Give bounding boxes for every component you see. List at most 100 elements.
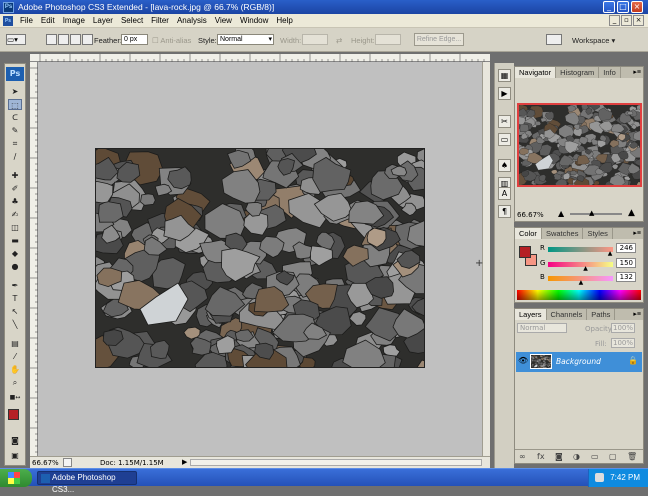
eye-icon[interactable]: 👁 [518,356,528,365]
notes-tool-icon[interactable]: ▤ [8,338,22,349]
tab-styles[interactable]: Styles [583,228,612,239]
color-foreground-swatch[interactable] [519,246,531,258]
maximize-button[interactable]: □ [617,1,629,13]
antialias-checkbox[interactable]: ☐ Anti-alias [152,36,191,45]
bridge-icon[interactable] [546,34,562,45]
menu-layer[interactable]: Layer [89,16,117,25]
layer-row-background[interactable]: 👁 Background 🔒 [516,352,642,372]
horizontal-scrollbar[interactable] [190,459,482,466]
crop-tool-icon[interactable]: ⌗ [8,138,22,149]
start-button[interactable] [0,469,32,487]
menu-edit[interactable]: Edit [37,16,59,25]
hand-tool-icon[interactable]: ✋ [8,364,22,375]
eyedropper-tool-icon[interactable]: ⁄ [8,351,22,362]
fill-input[interactable]: 100% [611,338,635,348]
brushes-panel-icon[interactable]: ▭ [498,133,511,146]
paragraph-icon[interactable]: ¶ [498,205,511,218]
photoshop-logo-icon[interactable]: Ps [6,67,24,81]
zoom-slider-thumb[interactable]: ▲ [589,209,594,217]
menu-window[interactable]: Window [236,16,272,25]
tab-layers[interactable]: Layers [515,309,547,320]
new-selection-icon[interactable] [46,34,57,45]
blue-value-input[interactable]: 132 [616,272,636,282]
menu-view[interactable]: View [211,16,236,25]
screen-mode-icon[interactable]: ▣ [8,450,22,461]
subtract-selection-icon[interactable] [70,34,81,45]
zoom-slider[interactable] [570,213,622,215]
tab-paths[interactable]: Paths [587,309,615,320]
doc-minimize-button[interactable]: _ [609,15,620,26]
slice-tool-icon[interactable]: ∕ [8,151,22,162]
path-select-tool-icon[interactable]: ↖ [8,306,22,317]
status-arrow-icon[interactable]: ▶ [182,458,187,466]
marquee-preset-icon[interactable]: ▭▾ [6,34,26,45]
type-tool-icon[interactable]: T [8,293,22,304]
panel-menu-icon[interactable]: ▸≡ [633,228,641,239]
menu-select[interactable]: Select [117,16,147,25]
healing-brush-tool-icon[interactable]: ✚ [8,170,22,181]
close-button[interactable]: × [631,1,643,13]
tab-swatches[interactable]: Swatches [542,228,584,239]
line-tool-icon[interactable]: ╲ [8,319,22,330]
minimize-button[interactable]: _ [603,1,615,13]
blend-mode-select[interactable]: Normal [517,323,567,333]
feather-input[interactable]: 0 px [121,34,148,45]
menu-image[interactable]: Image [59,16,89,25]
new-group-icon[interactable]: ▭ [591,452,599,461]
lava-rock-image[interactable] [95,148,425,368]
clone-stamp-tool-icon[interactable]: ♣ [8,196,22,207]
zoom-in-icon[interactable]: ▲ [628,208,635,218]
tab-info[interactable]: Info [599,67,621,78]
actions-panel-icon[interactable]: ▶ [498,87,511,100]
tool-presets-icon[interactable]: ✂ [498,115,511,128]
panel-menu-icon[interactable]: ▸≡ [633,67,641,78]
status-menu-icon[interactable] [63,458,72,467]
swap-icon[interactable]: ⇄ [336,36,342,45]
history-brush-tool-icon[interactable]: ✍ [8,209,22,220]
refine-edge-button[interactable]: Refine Edge... [414,33,464,46]
trash-icon[interactable]: 🗑 [627,452,637,461]
opacity-input[interactable]: 100% [611,323,635,333]
default-colors-icon[interactable]: ■↔ [8,392,22,403]
quick-mask-icon[interactable]: ◙ [8,435,22,446]
history-panel-icon[interactable]: ▦ [498,69,511,82]
menu-analysis[interactable]: Analysis [173,16,211,25]
workspace-button[interactable]: Workspace ▾ [572,36,615,45]
clone-source-icon[interactable]: ♠ [498,159,511,172]
tray-network-icon[interactable] [595,473,604,482]
navigator-preview[interactable] [517,103,642,187]
doc-close-button[interactable]: × [633,15,644,26]
green-slider-thumb[interactable]: ▲ [583,265,588,272]
red-value-input[interactable]: 246 [616,243,636,253]
green-slider[interactable] [548,262,613,267]
move-tool-icon[interactable]: ➤ [8,86,22,97]
adjustment-layer-icon[interactable]: ◑ [573,452,580,461]
green-value-input[interactable]: 150 [616,258,636,268]
lasso-tool-icon[interactable]: ᑕ [8,112,22,123]
layer-style-icon[interactable]: fx [537,452,545,461]
link-layers-icon[interactable]: ∞ [519,452,526,461]
panel-menu-icon[interactable]: ▸≡ [633,309,641,320]
width-input[interactable] [302,34,328,45]
doc-restore-button[interactable]: ▫ [621,15,632,26]
zoom-tool-icon[interactable]: ⌕ [8,377,22,388]
red-slider[interactable] [548,247,613,252]
character-panel-icon[interactable]: A [498,187,511,200]
menu-filter[interactable]: Filter [147,16,173,25]
tab-color[interactable]: Color [515,228,542,239]
tab-navigator[interactable]: Navigator [515,67,556,78]
zoom-level[interactable]: 66.67% [32,459,59,467]
blur-tool-icon[interactable]: ◆ [8,248,22,259]
zoom-out-icon[interactable]: ▲ [558,209,564,218]
color-spectrum-bar[interactable] [517,290,641,300]
clock[interactable]: 7:42 PM [610,473,640,482]
taskbar-item-photoshop[interactable]: Adobe Photoshop CS3... [37,471,137,485]
brush-tool-icon[interactable]: ✐ [8,183,22,194]
quick-select-tool-icon[interactable]: ✎ [8,125,22,136]
new-layer-icon[interactable]: ▢ [609,452,617,461]
dodge-tool-icon[interactable]: ● [8,261,22,272]
red-slider-thumb[interactable]: ▲ [608,250,613,257]
tab-channels[interactable]: Channels [547,309,588,320]
intersect-selection-icon[interactable] [82,34,93,45]
eraser-tool-icon[interactable]: ◫ [8,222,22,233]
